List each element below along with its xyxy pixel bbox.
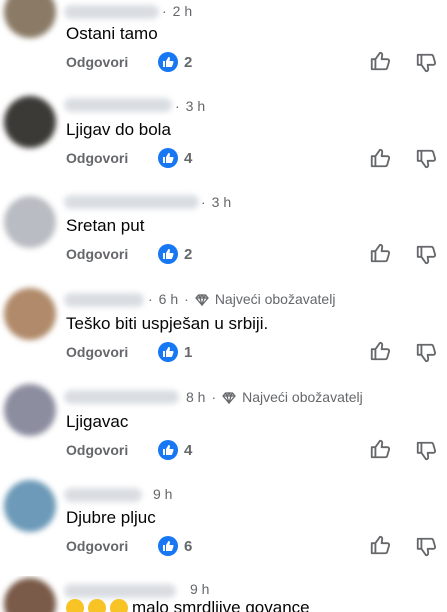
comment-item: · 6 h · Najveći obožavatelj Teško biti usp… — [0, 288, 447, 384]
emoji-icon — [88, 599, 106, 612]
comment-text: Ljigavac — [66, 412, 129, 431]
thumbs-up-icon[interactable] — [369, 147, 391, 169]
comment-meta: · 3 h — [175, 98, 206, 114]
comment-item: · 2 h Ostani tamo Odgovori 2 — [0, 0, 447, 96]
avatar[interactable] — [4, 480, 56, 532]
comment-text: Teško biti uspješan u srbiji. — [66, 314, 269, 333]
author-name[interactable] — [64, 98, 172, 112]
avatar[interactable] — [4, 196, 56, 248]
comment-time[interactable]: 3 h — [186, 98, 205, 114]
avatar[interactable] — [4, 96, 56, 148]
thumbs-down-icon[interactable] — [415, 52, 437, 74]
comment-meta: 9 h — [153, 486, 172, 502]
emoji-icon — [66, 599, 84, 612]
author-name[interactable] — [64, 488, 142, 502]
comment-item: 9 h Djubre pljuc Odgovori 6 — [0, 480, 447, 576]
like-reaction-icon — [158, 148, 178, 168]
comment-meta: · 3 h — [201, 194, 232, 210]
comment-time[interactable]: 3 h — [212, 194, 231, 210]
comment-text-value: malo smrdljive govance — [132, 598, 310, 612]
reply-button[interactable]: Odgovori — [66, 344, 128, 360]
thumbs-down-icon[interactable] — [415, 148, 437, 170]
diamond-icon — [194, 293, 209, 308]
like-reaction-icon — [158, 536, 178, 556]
like-count[interactable]: 4 — [158, 440, 192, 460]
like-count[interactable]: 6 — [158, 536, 192, 556]
thumbs-up-icon[interactable] — [369, 534, 391, 556]
top-fan-badge: Najveći obožavatelj — [242, 389, 363, 405]
comment-time[interactable]: 9 h — [190, 581, 209, 597]
thumbs-down-icon[interactable] — [415, 536, 437, 558]
comment-meta: 9 h — [190, 581, 209, 597]
author-name[interactable] — [64, 5, 159, 19]
emoji-icon — [110, 599, 128, 612]
like-count-value: 4 — [184, 441, 193, 459]
like-count-value: 2 — [184, 245, 193, 263]
avatar[interactable] — [4, 384, 56, 436]
like-count-value: 2 — [184, 53, 193, 71]
like-count-value: 4 — [184, 149, 193, 167]
like-count[interactable]: 2 — [158, 52, 192, 72]
comment-text: Ostani tamo — [66, 24, 158, 43]
thumbs-down-icon[interactable] — [415, 342, 437, 364]
comment-item: · 3 h Ljigav do bola Odgovori 4 — [0, 96, 447, 192]
reply-button[interactable]: Odgovori — [66, 538, 128, 554]
comment-text: Ljigav do bola — [66, 120, 171, 139]
avatar[interactable] — [4, 578, 56, 612]
reply-button[interactable]: Odgovori — [66, 442, 128, 458]
like-reaction-icon — [158, 440, 178, 460]
like-count-value: 1 — [184, 343, 193, 361]
thumbs-up-icon[interactable] — [369, 242, 391, 264]
like-reaction-icon — [158, 52, 178, 72]
author-name[interactable] — [64, 584, 176, 598]
like-count[interactable]: 2 — [158, 244, 192, 264]
thumbs-up-icon[interactable] — [369, 438, 391, 460]
avatar[interactable] — [4, 288, 56, 340]
author-name[interactable] — [64, 195, 199, 209]
comment-item: 9 h malo smrdljive govance — [0, 576, 447, 612]
comment-time[interactable]: 2 h — [173, 3, 192, 19]
reply-button[interactable]: Odgovori — [66, 246, 128, 262]
comment-time[interactable]: 6 h — [159, 291, 178, 307]
like-reaction-icon — [158, 244, 178, 264]
comment-item: 8 h · Najveći obožavatelj Ljigavac Odgovo… — [0, 384, 447, 480]
like-count[interactable]: 1 — [158, 342, 192, 362]
reply-button[interactable]: Odgovori — [66, 54, 128, 70]
comment-text: Djubre pljuc — [66, 508, 156, 527]
avatar[interactable] — [4, 0, 56, 38]
thumbs-down-icon[interactable] — [415, 244, 437, 266]
top-fan-badge: Najveći obožavatelj — [214, 291, 336, 307]
comment-meta: 8 h · Najveći obožavatelj — [186, 389, 363, 406]
comment-text: Sretan put — [66, 216, 145, 235]
author-name[interactable] — [64, 293, 144, 307]
comment-meta: · 6 h · Najveći obožavatelj — [148, 291, 336, 308]
diamond-icon — [222, 391, 236, 406]
comment-text: malo smrdljive govance — [66, 598, 310, 612]
comment-time[interactable]: 9 h — [153, 486, 172, 502]
reply-button[interactable]: Odgovori — [66, 150, 128, 166]
thumbs-up-icon[interactable] — [369, 50, 391, 72]
thumbs-down-icon[interactable] — [415, 440, 437, 462]
like-reaction-icon — [158, 342, 178, 362]
author-name[interactable] — [64, 390, 179, 404]
comment-item: · 3 h Sretan put Odgovori 2 — [0, 192, 447, 288]
like-count[interactable]: 4 — [158, 148, 192, 168]
thumbs-up-icon[interactable] — [369, 340, 391, 362]
like-count-value: 6 — [184, 537, 193, 555]
comment-time[interactable]: 8 h — [186, 389, 205, 405]
comment-meta: · 2 h — [162, 3, 193, 19]
